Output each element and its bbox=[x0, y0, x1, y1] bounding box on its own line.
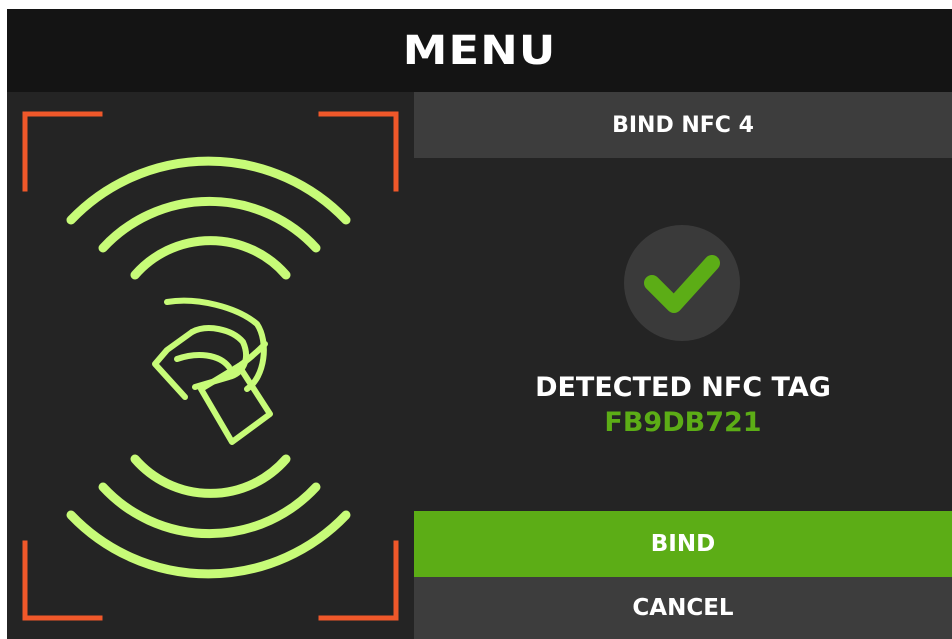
menu-header: MENU bbox=[7, 9, 952, 92]
signal-waves-top bbox=[66, 156, 351, 280]
nfc-tap-icon bbox=[22, 111, 399, 621]
nfc-bind-screen: MENU BIND NFC 4 DETECTED NFC TAG FB9DB72… bbox=[7, 9, 952, 639]
corner-bottom-right bbox=[318, 540, 399, 621]
status-text: DETECTED NFC TAG bbox=[535, 372, 831, 403]
nfc-illustration bbox=[7, 92, 414, 639]
menu-title: MENU bbox=[402, 27, 557, 74]
corner-top-right bbox=[318, 111, 399, 192]
nfc-tag-id: FB9DB721 bbox=[604, 407, 762, 438]
signal-waves-bottom bbox=[66, 454, 351, 579]
bind-panel: BIND NFC 4 DETECTED NFC TAG FB9DB721 BIN… bbox=[414, 92, 952, 639]
status-badge bbox=[624, 225, 740, 341]
corner-bottom-left bbox=[22, 540, 103, 621]
scan-frame-corners bbox=[22, 111, 399, 621]
panel-title: BIND NFC 4 bbox=[414, 92, 952, 158]
bind-button[interactable]: BIND bbox=[414, 511, 952, 577]
checkmark-icon bbox=[644, 255, 720, 313]
cancel-button[interactable]: CANCEL bbox=[414, 577, 952, 639]
corner-top-left bbox=[22, 111, 103, 192]
hand-card-icon bbox=[152, 297, 273, 445]
